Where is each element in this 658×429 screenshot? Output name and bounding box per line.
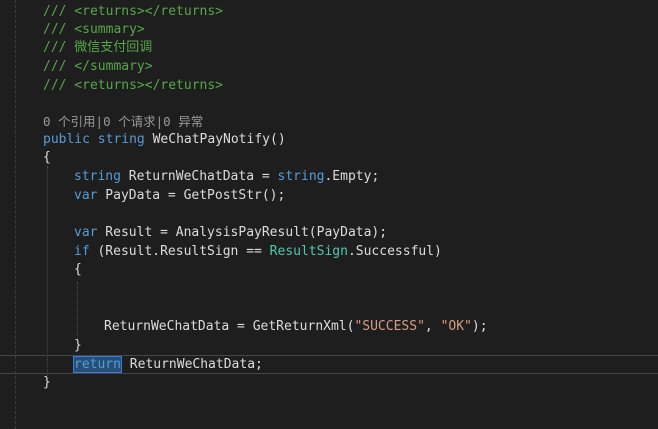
xml-doc-comment: /// <returns></returns> <box>43 78 224 93</box>
code-text: ); <box>471 319 488 334</box>
code-text: .Successful) <box>347 244 442 259</box>
code-line[interactable]: /// </summary> <box>43 58 153 76</box>
code-line[interactable]: /// <returns></returns> <box>43 3 223 21</box>
code-line[interactable]: } <box>43 374 51 392</box>
code-line[interactable]: { <box>43 149 51 167</box>
keyword: if <box>74 244 90 259</box>
indent-guide <box>77 282 78 340</box>
code-line[interactable]: ReturnWeChatData = GetReturnXml("SUCCESS… <box>104 318 488 336</box>
brace: { <box>43 150 51 165</box>
selected-keyword[interactable]: return <box>73 356 122 373</box>
keyword: string <box>277 169 325 184</box>
keyword: var <box>74 188 98 203</box>
keyword: string <box>97 132 145 147</box>
code-text: .Empty; <box>324 169 380 184</box>
type-name: ResultSign <box>269 244 348 259</box>
code-line[interactable]: string ReturnWeChatData = string.Empty; <box>74 168 379 186</box>
code-line[interactable]: } <box>74 337 82 355</box>
code-line[interactable]: return ReturnWeChatData; <box>73 356 263 374</box>
xml-doc-comment: /// <summary> <box>43 22 145 37</box>
code-text: PayData = GetPostStr(); <box>97 188 286 203</box>
indent-guide <box>47 166 48 376</box>
codelens-references[interactable]: 0 个引用|0 个请求|0 异常 <box>43 113 203 131</box>
code-line[interactable]: var Result = AnalysisPayResult(PayData); <box>74 224 387 242</box>
string-literal: "OK" <box>440 319 472 334</box>
xml-doc-comment: /// <returns></returns> <box>43 4 224 19</box>
code-line[interactable]: var PayData = GetPostStr(); <box>74 187 285 205</box>
code-text: Result = AnalysisPayResult(PayData); <box>97 225 388 240</box>
xml-doc-comment: /// </summary> <box>43 59 153 74</box>
code-text: , <box>424 319 441 334</box>
code-editor[interactable]: /// <returns></returns> /// <summary> //… <box>0 0 658 429</box>
code-text: ReturnWeChatData = <box>120 169 278 184</box>
brace: } <box>43 375 51 390</box>
keyword: public <box>43 132 90 147</box>
code-text: ReturnWeChatData; <box>121 357 263 372</box>
code-text: ReturnWeChatData = GetReturnXml( <box>104 319 355 334</box>
code-text: (Result.ResultSign == <box>89 244 270 259</box>
keyword: var <box>74 225 98 240</box>
brace: } <box>74 338 82 353</box>
string-literal: "SUCCESS" <box>354 319 425 334</box>
method-signature: WeChatPayNotify() <box>144 132 286 147</box>
keyword: string <box>74 169 121 184</box>
code-line[interactable]: /// 微信支付回调 <box>43 39 152 57</box>
code-line[interactable]: /// <returns></returns> <box>43 77 223 95</box>
brace: { <box>74 262 82 277</box>
code-line[interactable]: { <box>74 261 82 279</box>
code-line[interactable]: public string WeChatPayNotify() <box>43 131 286 149</box>
codelens-text[interactable]: 0 个引用|0 个请求|0 异常 <box>43 114 203 129</box>
xml-doc-comment: /// 微信支付回调 <box>43 40 153 55</box>
code-line[interactable]: if (Result.ResultSign == ResultSign.Succ… <box>74 243 442 261</box>
code-line[interactable]: /// <summary> <box>43 21 145 39</box>
